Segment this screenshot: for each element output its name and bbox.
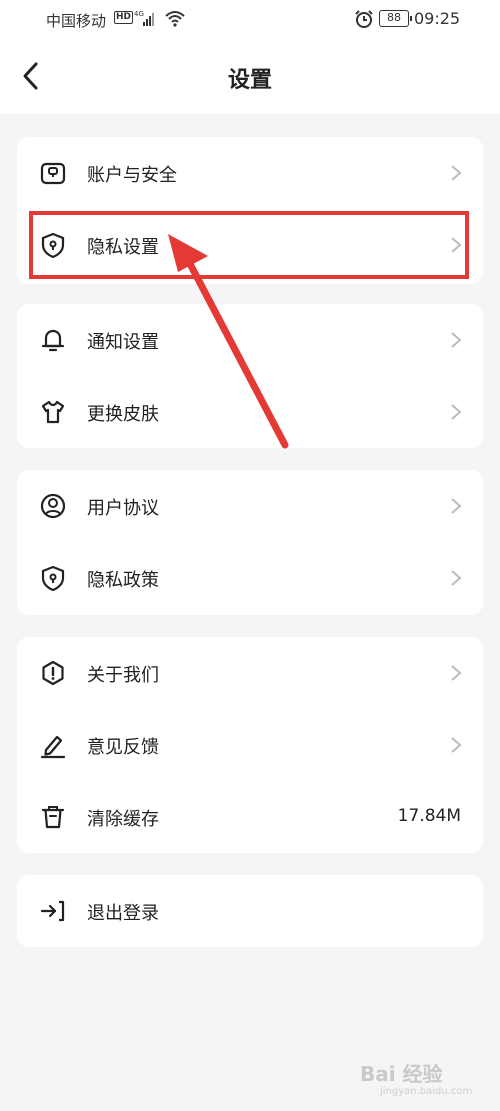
settings-item-label: 关于我们 xyxy=(87,665,159,686)
bell-icon xyxy=(41,329,65,352)
settings-item-notifications[interactable]: 通知设置 xyxy=(17,304,483,376)
settings-item-label: 退出登录 xyxy=(87,903,159,924)
chevron-right-icon xyxy=(451,404,462,420)
watermark-url: jingyan.baidu.com xyxy=(380,1086,473,1097)
settings-item-clear-cache[interactable]: 清除缓存 17.84M xyxy=(17,781,483,853)
shield-icon xyxy=(41,565,65,592)
settings-item-feedback[interactable]: 意见反馈 xyxy=(17,709,483,781)
logout-icon xyxy=(40,900,65,922)
watermark-logo: Bai 经验 xyxy=(360,1062,443,1086)
alarm-icon xyxy=(355,10,373,28)
wifi-icon xyxy=(165,11,185,27)
chevron-right-icon xyxy=(451,737,462,753)
shield-icon xyxy=(41,232,65,259)
hd-badge: HD xyxy=(114,11,134,24)
settings-item-user-agreement[interactable]: 用户协议 xyxy=(17,470,483,542)
user-circle-icon xyxy=(40,493,66,519)
tshirt-icon xyxy=(41,400,65,424)
settings-item-privacy-settings[interactable]: 隐私设置 xyxy=(17,209,483,281)
settings-group-account: 账户与安全 隐私设置 xyxy=(17,137,483,284)
chevron-right-icon xyxy=(451,570,462,586)
settings-item-about-us[interactable]: 关于我们 xyxy=(17,637,483,709)
settings-item-label: 隐私设置 xyxy=(87,237,159,258)
settings-item-label: 账户与安全 xyxy=(87,165,177,186)
settings-group-misc: 关于我们 意见反馈 清除缓存 17.84M xyxy=(17,637,483,853)
settings-group-legal: 用户协议 隐私政策 xyxy=(17,470,483,615)
settings-item-label: 用户协议 xyxy=(87,498,159,519)
clock: 09:25 xyxy=(414,9,461,28)
svg-text:4G: 4G xyxy=(134,10,144,18)
chevron-right-icon xyxy=(451,498,462,514)
chevron-right-icon xyxy=(451,665,462,681)
cache-size-value: 17.84M xyxy=(397,806,461,826)
settings-item-label: 隐私政策 xyxy=(87,570,159,591)
settings-group-display: 通知设置 更换皮肤 xyxy=(17,304,483,448)
logout-button[interactable]: 退出登录 xyxy=(17,875,483,947)
status-bar: 中国移动 HD 4G 88 09:25 xyxy=(0,0,500,40)
info-icon xyxy=(42,660,64,686)
trash-icon xyxy=(41,806,65,829)
carrier-name: 中国移动 xyxy=(46,12,107,30)
chevron-right-icon xyxy=(451,237,462,253)
chevron-right-icon xyxy=(451,332,462,348)
battery-level: 88 xyxy=(379,10,412,27)
account-lock-icon xyxy=(40,162,66,185)
settings-group-logout: 退出登录 xyxy=(17,875,483,947)
settings-item-label: 通知设置 xyxy=(87,332,159,353)
pen-icon xyxy=(40,735,66,759)
settings-item-label: 意见反馈 xyxy=(87,737,159,758)
settings-item-skin[interactable]: 更换皮肤 xyxy=(17,376,483,448)
settings-item-label: 清除缓存 xyxy=(87,809,159,830)
page-title: 设置 xyxy=(227,68,272,93)
settings-item-account-security[interactable]: 账户与安全 xyxy=(17,137,483,209)
settings-item-privacy-policy[interactable]: 隐私政策 xyxy=(17,542,483,614)
nav-bar: 设置 xyxy=(0,40,500,114)
chevron-right-icon xyxy=(451,165,462,181)
signal-icon: 4G xyxy=(134,10,154,26)
settings-item-label: 更换皮肤 xyxy=(87,404,159,425)
